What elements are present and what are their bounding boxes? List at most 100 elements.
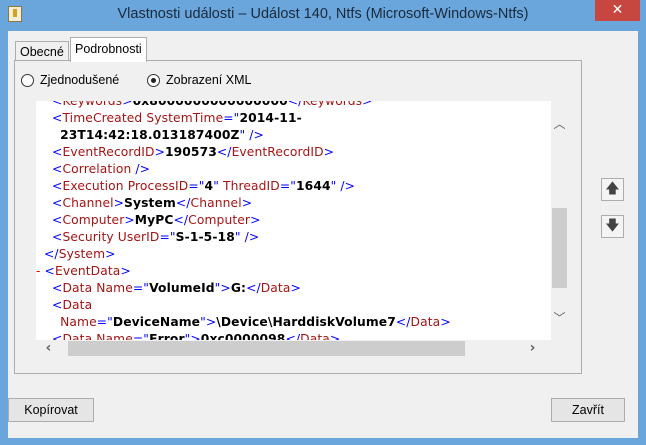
xml-token: > [323,145,335,159]
xml-token: > [120,264,131,278]
xml-token: TimeCreated SystemTime [62,111,224,125]
window-title: Vlastnosti události – Událost 140, Ntfs … [117,6,529,22]
xml-token: </ [246,281,261,295]
xml-token: 23T14:42:18.013187400Z [60,128,240,142]
xml-token: ThreadID [222,179,280,193]
xml-line: - <EventData> [36,263,451,280]
xml-token: > [122,101,133,108]
xml-token: MyPC [134,213,174,227]
radio-simple-view[interactable]: Zjednodušené [21,73,119,87]
xml-token: > [362,101,373,108]
xml-line: <Computer>MyPC</Computer> [36,212,451,229]
xml-token: Execution ProcessID [62,179,189,193]
xml-token: > [250,213,261,227]
xml-view[interactable]: <Keywords>0x8000000000000000</Keywords> … [36,101,551,340]
xml-token: > [113,196,125,210]
xml-token: "> [214,281,231,295]
xml-line: 23T14:42:18.013187400Z" /> [36,127,451,144]
xml-line: </System> [36,246,451,263]
horizontal-scrollbar[interactable]: ‹ › [36,340,551,357]
xml-token: 1644 [296,179,331,193]
xml-token: " [213,179,223,193]
xml-token: </ [173,213,189,227]
scroll-down-icon[interactable]: ﹀ [551,309,568,326]
xml-token: /> [131,162,151,176]
xml-token: > [105,247,116,261]
xml-token: Data [300,332,330,340]
xml-token: < [52,281,63,295]
xml-token: VolumeId [149,281,215,295]
xml-token: Keywords [302,101,363,108]
xml-token: 0x8000000000000000 [132,101,288,108]
xml-line: <Channel>System</Channel> [36,195,451,212]
xml-token: > [290,281,301,295]
xml-token: > [241,196,253,210]
xml-token: Data Name [62,332,133,340]
xml-token: " /> [239,128,264,142]
copy-button[interactable]: Kopírovat [8,398,94,422]
xml-token: > [154,145,165,159]
xml-token: < [52,162,63,176]
horizontal-scroll-thumb[interactable] [68,341,465,356]
xml-token: Channel [62,196,114,210]
vertical-scrollbar[interactable]: ︿ ﹀ [551,101,568,340]
xml-token: < [52,101,63,108]
xml-token: < [52,298,63,312]
xml-token: </ [175,196,191,210]
scroll-right-icon[interactable]: › [524,340,541,356]
xml-line: <Data Name="Error">0xc0000098</Data> [36,331,451,340]
radio-xml-view[interactable]: Zobrazení XML [147,73,251,87]
close-button[interactable]: Zavřít [551,398,625,422]
xml-line: <Data Name="VolumeId">G:</Data> [36,280,451,297]
xml-token: Channel [190,196,242,210]
xml-token: "> [184,332,201,340]
xml-token: < [52,332,63,340]
xml-token: > [124,213,135,227]
xml-token: Security UserID [62,230,160,244]
xml-token: > [440,315,451,329]
tab-details[interactable]: Podrobnosti [70,37,147,62]
xml-token: "> [200,315,217,329]
xml-token: " /> [234,230,260,244]
xml-token: Data [410,315,441,329]
xml-token: < [44,264,55,278]
xml-line: <Data [36,297,451,314]
xml-token: Keywords [62,101,123,108]
xml-token: EventRecordID [231,145,324,159]
radio-label: Zobrazení XML [166,73,252,87]
xml-token: Computer [62,213,125,227]
xml-line: <TimeCreated SystemTime="2014-11- [36,110,451,127]
vertical-scroll-thumb[interactable] [552,208,567,288]
tab-general[interactable]: Obecné [15,41,69,61]
xml-line: <Keywords>0x8000000000000000</Keywords> [36,101,451,110]
xml-token: =" [132,281,150,295]
xml-line: <EventRecordID>190573</EventRecordID> [36,144,451,161]
next-event-button[interactable]: 🡇 [601,215,624,238]
radio-circle [21,73,34,87]
xml-token: G: [230,281,247,295]
xml-token: < [52,230,63,244]
xml-token: =" [188,179,205,193]
dialog-body: Obecné Podrobnosti Zjednodušené Zobrazen… [8,31,638,438]
xml-line: <Execution ProcessID="4" ThreadID="1644"… [36,178,451,195]
xml-token: > [329,332,341,340]
xml-token: </ [44,247,59,261]
xml-token: < [52,145,63,159]
previous-event-button[interactable]: 🡅 [601,178,624,201]
close-window-button[interactable]: ✕ [595,0,640,21]
xml-token: =" [223,111,240,125]
xml-token: Error [149,332,185,340]
radio-circle-selected [147,73,160,87]
collapse-toggle[interactable]: - [36,264,45,278]
xml-token: Correlation [62,162,132,176]
xml-line: Name="DeviceName">\Device\HarddiskVolume… [36,314,451,331]
scroll-up-icon[interactable]: ︿ [551,115,568,132]
xml-token: System [58,247,106,261]
xml-token: < [52,196,63,210]
xml-line: <Correlation /> [36,161,451,178]
xml-token: 4 [204,179,214,193]
xml-token: EventRecordID [62,145,155,159]
xml-token: </ [287,101,303,108]
xml-token: </ [395,315,411,329]
scroll-left-icon[interactable]: ‹ [40,340,57,356]
